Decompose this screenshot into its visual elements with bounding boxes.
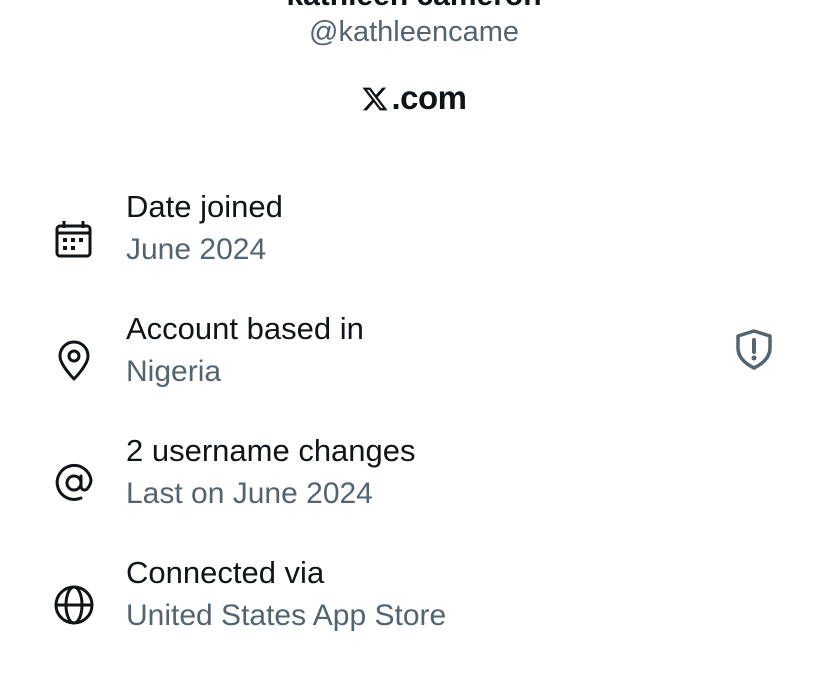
detail-label: 2 username changes [126,433,416,468]
detail-value: United States App Store [126,599,447,632]
detail-value: Nigeria [126,355,222,388]
x-logo-icon [361,85,389,113]
globe-icon [51,582,97,628]
detail-value: June 2024 [126,233,267,266]
detail-row-date-joined: Date joined June 2024 [0,188,828,278]
at-sign-icon [51,460,97,506]
platform-label: .com [0,78,828,118]
detail-value: Last on June 2024 [126,477,373,510]
profile-display-name: kathleen cameron [0,0,828,14]
detail-row-account-based-in: Account based in Nigeria [0,310,828,400]
detail-label: Connected via [126,555,325,590]
detail-row-connected-via: Connected via United States App Store [0,554,828,644]
detail-row-username-changes: 2 username changes Last on June 2024 [0,432,828,522]
location-pin-icon [51,338,97,384]
shield-alert-icon[interactable] [731,326,777,372]
calendar-icon [51,216,97,262]
profile-handle: @kathleencame [309,16,519,48]
detail-label: Date joined [126,189,283,224]
platform-domain: .com [391,79,467,116]
detail-label: Account based in [126,311,364,346]
